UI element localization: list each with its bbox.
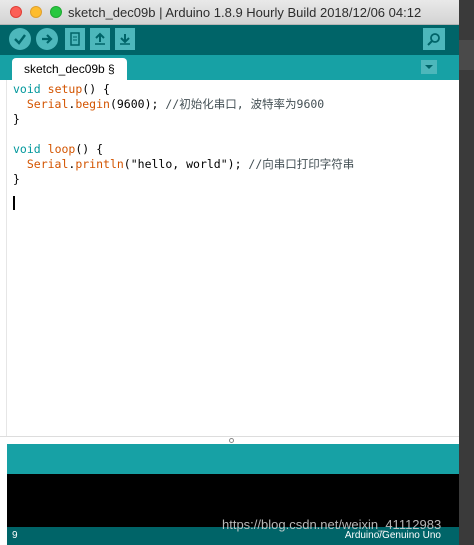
magnifier-icon — [427, 33, 440, 46]
open-file-icon — [95, 32, 105, 45]
background-window — [459, 0, 474, 545]
code-line: void loop() { — [13, 142, 104, 156]
new-file-icon — [70, 32, 80, 46]
code-editor[interactable]: void setup() { Serial.begin(9600); //初始化… — [7, 80, 459, 436]
save-sketch-button[interactable] — [115, 28, 135, 50]
watermark-text: https://blog.csdn.net/weixin_41112983 — [222, 517, 442, 532]
upload-button[interactable] — [36, 28, 58, 50]
new-sketch-button[interactable] — [65, 28, 85, 50]
arduino-ide-window: sketch_dec09b | Arduino 1.8.9 Hourly Bui… — [0, 0, 459, 545]
code-line: } — [13, 172, 20, 186]
serial-monitor-button[interactable] — [423, 28, 445, 50]
minimize-window-button[interactable] — [30, 6, 42, 18]
tab-sketch[interactable]: sketch_dec09b § — [12, 58, 127, 80]
status-bar — [7, 444, 459, 474]
verify-button[interactable] — [9, 28, 31, 50]
checkmark-icon — [14, 34, 26, 45]
editor-gutter — [0, 80, 7, 436]
window-title: sketch_dec09b | Arduino 1.8.9 Hourly Bui… — [68, 5, 422, 20]
tab-bar: sketch_dec09b § — [0, 55, 459, 80]
editor-console-divider[interactable] — [0, 436, 459, 444]
toolbar — [0, 25, 459, 55]
code-line: Serial.begin(9600); //初始化串口, 波特率为9600 — [13, 97, 325, 111]
arrow-right-icon — [42, 34, 53, 44]
code-line: Serial.println("hello, world"); //向串口打印字… — [13, 157, 355, 171]
line-number: 9 — [12, 530, 18, 541]
open-sketch-button[interactable] — [90, 28, 110, 50]
close-window-button[interactable] — [10, 6, 22, 18]
save-file-icon — [120, 34, 130, 45]
tab-menu-button[interactable] — [421, 60, 437, 74]
title-bar: sketch_dec09b | Arduino 1.8.9 Hourly Bui… — [0, 0, 459, 25]
code-line: void setup() { — [13, 82, 110, 96]
resize-handle-icon[interactable] — [229, 438, 234, 443]
code-text: void setup() { Serial.begin(9600); //初始化… — [13, 82, 354, 187]
code-line: } — [13, 112, 20, 126]
chevron-down-icon — [425, 65, 433, 69]
text-cursor — [13, 196, 15, 210]
maximize-window-button[interactable] — [50, 6, 62, 18]
